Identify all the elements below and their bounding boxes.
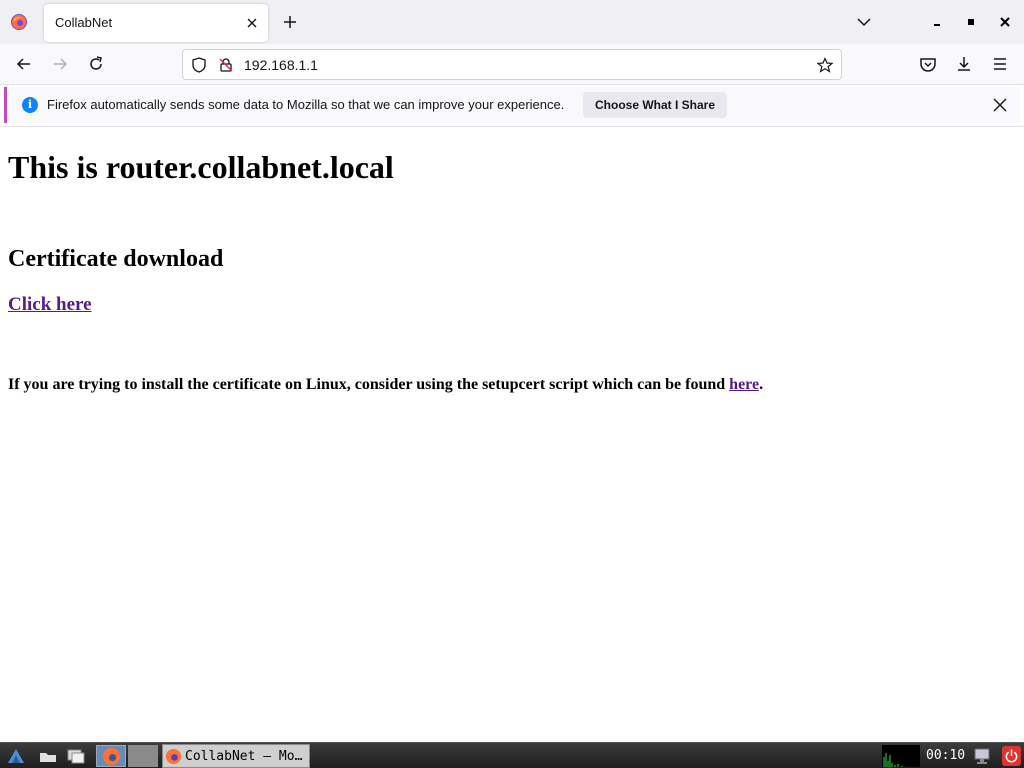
pocket-icon[interactable] xyxy=(918,54,938,74)
info-icon: i xyxy=(22,97,38,113)
forward-arrow-icon[interactable] xyxy=(50,54,70,74)
tab-collabnet[interactable]: CollabNet xyxy=(44,4,268,42)
linux-note-text: If you are trying to install the certifi… xyxy=(8,376,730,393)
firefox-window-icon xyxy=(165,748,182,765)
back-arrow-icon[interactable] xyxy=(14,54,34,74)
power-button[interactable] xyxy=(1002,746,1021,766)
page-content: This is router.collabnet.local Certifica… xyxy=(8,127,1016,394)
maximize-window-icon[interactable] xyxy=(962,13,980,31)
cpu-monitor-graph xyxy=(882,745,920,767)
bookmark-star-icon[interactable] xyxy=(817,57,833,73)
address-bar[interactable]: 192.168.1.1 xyxy=(182,49,842,80)
linux-setup-note: If you are trying to install the certifi… xyxy=(8,376,1016,394)
close-window-icon[interactable] xyxy=(996,13,1014,31)
telemetry-notification-bar: i Firefox automatically sends some data … xyxy=(4,87,1020,123)
taskbar-clock[interactable]: 00:10 xyxy=(926,748,965,763)
firefox-launcher-icon xyxy=(103,748,120,765)
insecure-lock-icon[interactable] xyxy=(218,57,234,73)
taskbar-firefox-launcher[interactable] xyxy=(96,745,126,767)
notification-message: Firefox automatically sends some data to… xyxy=(47,97,565,112)
system-taskbar: CollabNet — Mo… 00:10 xyxy=(0,742,1024,768)
taskbar-window-label: CollabNet — Mo… xyxy=(185,749,303,764)
file-manager-icon[interactable] xyxy=(38,746,58,766)
power-icon xyxy=(1005,749,1018,763)
linux-note-period: . xyxy=(759,376,764,393)
chevron-down-icon[interactable] xyxy=(855,13,873,31)
choose-what-i-share-button[interactable]: Choose What I Share xyxy=(583,92,728,118)
network-display-icon[interactable] xyxy=(972,746,992,766)
section-heading-certificate: Certificate download xyxy=(8,246,224,272)
close-tab-icon[interactable] xyxy=(244,15,260,31)
url-text: 192.168.1.1 xyxy=(244,57,318,73)
taskbar-empty-slot[interactable] xyxy=(128,745,158,767)
downloads-icon[interactable] xyxy=(954,54,974,74)
close-notification-icon[interactable] xyxy=(992,97,1008,113)
hamburger-menu-icon[interactable] xyxy=(990,54,1010,74)
setupcert-script-link[interactable]: here xyxy=(729,376,759,393)
minimize-window-icon[interactable] xyxy=(928,13,946,31)
tab-strip: CollabNet xyxy=(0,0,1024,44)
firefox-logo-icon[interactable] xyxy=(10,13,28,31)
taskbar-window-collabnet[interactable]: CollabNet — Mo… xyxy=(162,744,310,768)
new-tab-icon[interactable] xyxy=(280,12,300,32)
start-menu-icon[interactable] xyxy=(6,746,26,766)
navigation-toolbar: 192.168.1.1 xyxy=(0,44,1024,85)
certificate-download-link[interactable]: Click here xyxy=(8,294,92,316)
reload-icon[interactable] xyxy=(86,54,106,74)
page-title: This is router.collabnet.local xyxy=(8,149,394,185)
show-desktop-icon[interactable] xyxy=(66,746,86,766)
tab-title: CollabNet xyxy=(55,15,113,30)
shield-icon[interactable] xyxy=(191,57,207,73)
